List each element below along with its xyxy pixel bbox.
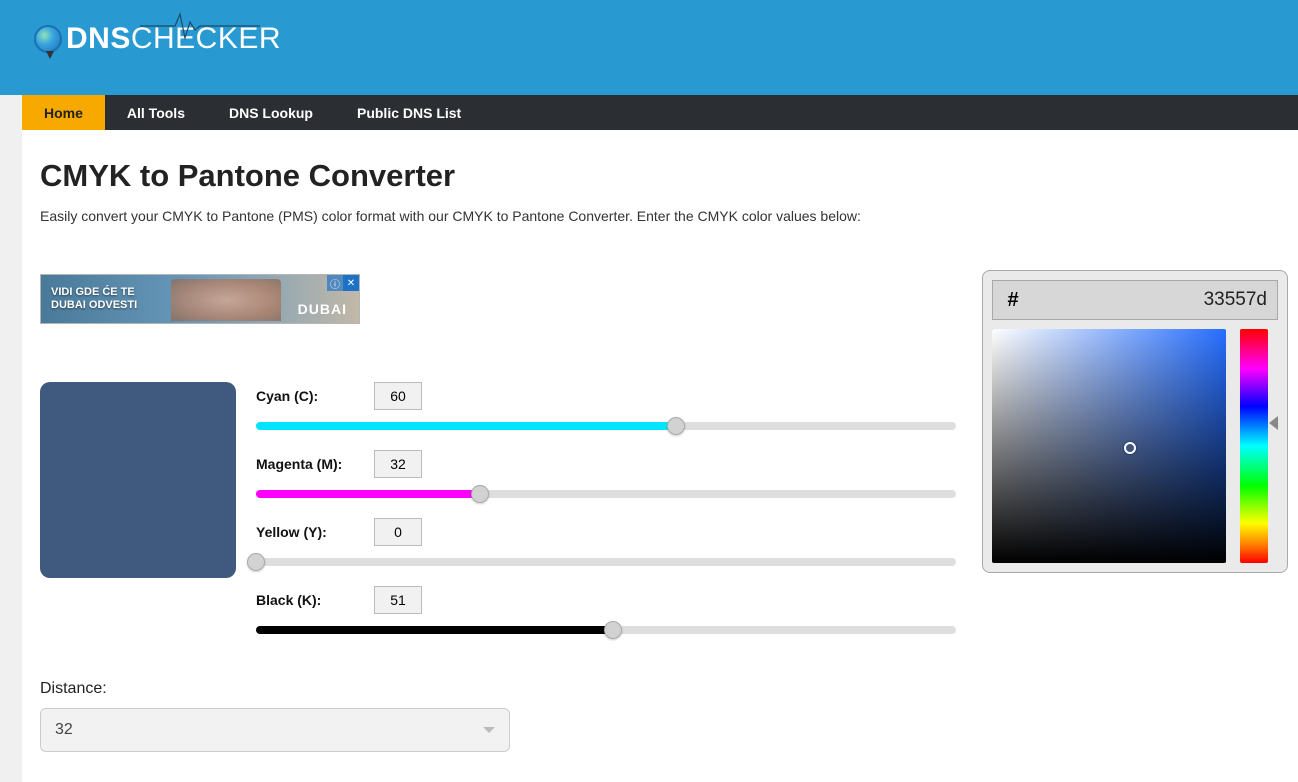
- magenta-slider-thumb[interactable]: [471, 485, 489, 503]
- swatch-column: [40, 382, 236, 654]
- ad-banner[interactable]: VIDI GDE ĆE TE DUBAI ODVESTI DUBAI ⓘ ✕: [40, 274, 360, 324]
- globe-icon: [34, 25, 62, 53]
- sv-cursor[interactable]: [1124, 442, 1136, 454]
- hue-slider[interactable]: [1240, 329, 1268, 563]
- black-label: Black (K):: [256, 592, 356, 608]
- page-content: CMYK to Pantone Converter Easily convert…: [22, 130, 1298, 782]
- logo-ecg-line: [140, 6, 260, 46]
- cyan-slider-thumb[interactable]: [667, 417, 685, 435]
- nav-home[interactable]: Home: [22, 95, 105, 130]
- cyan-slider-fill: [256, 422, 676, 430]
- slider-group-magenta: Magenta (M): 32: [256, 450, 956, 498]
- black-slider-fill: [256, 626, 613, 634]
- magenta-value-input[interactable]: 32: [374, 450, 422, 478]
- nav-public-dns-list[interactable]: Public DNS List: [335, 95, 483, 130]
- cyan-value-input[interactable]: 60: [374, 382, 422, 410]
- magenta-label: Magenta (M):: [256, 456, 356, 472]
- distance-label: Distance:: [40, 680, 1280, 698]
- slider-group-cyan: Cyan (C): 60: [256, 382, 956, 430]
- ad-info-icon[interactable]: ⓘ: [327, 275, 343, 291]
- chevron-down-icon: [483, 727, 495, 733]
- color-picker-panel: # 33557d: [982, 270, 1288, 573]
- hue-pointer-icon[interactable]: [1269, 416, 1278, 430]
- yellow-slider-thumb[interactable]: [247, 553, 265, 571]
- ad-image: [171, 279, 281, 321]
- picker-body: [992, 329, 1278, 563]
- sliders-column: Cyan (C): 60 Magenta (M): 32: [256, 382, 956, 654]
- hue-column: [1240, 329, 1268, 563]
- slider-group-yellow: Yellow (Y): 0: [256, 518, 956, 566]
- sv-black-overlay: [992, 329, 1226, 563]
- yellow-slider[interactable]: [256, 558, 956, 566]
- cyan-slider[interactable]: [256, 422, 956, 430]
- distance-selected-value: 32: [55, 721, 73, 739]
- header-band: DNSCHECKER: [0, 0, 1298, 95]
- ad-brand: DUBAI: [298, 301, 347, 317]
- cyan-label: Cyan (C):: [256, 388, 356, 404]
- yellow-label: Yellow (Y):: [256, 524, 356, 540]
- distance-select[interactable]: 32: [40, 708, 510, 752]
- logo-text-bold: DNS: [66, 22, 131, 55]
- ad-text: VIDI GDE ĆE TE DUBAI ODVESTI: [51, 286, 137, 312]
- ad-close-icon[interactable]: ✕: [343, 275, 359, 291]
- page-description: Easily convert your CMYK to Pantone (PMS…: [40, 208, 1280, 224]
- slider-group-black: Black (K): 51: [256, 586, 956, 634]
- hex-value-input[interactable]: 33557d: [1033, 281, 1277, 319]
- hex-input-row[interactable]: # 33557d: [992, 280, 1278, 320]
- ad-text-line2: DUBAI ODVESTI: [51, 299, 137, 312]
- black-slider-thumb[interactable]: [604, 621, 622, 639]
- black-value-input[interactable]: 51: [374, 586, 422, 614]
- distance-section: Distance: 32: [40, 680, 1280, 752]
- saturation-value-area[interactable]: [992, 329, 1226, 563]
- magenta-slider-fill: [256, 490, 480, 498]
- page-title: CMYK to Pantone Converter: [40, 158, 1280, 194]
- hex-hash-label: #: [993, 281, 1033, 319]
- ad-text-line1: VIDI GDE ĆE TE: [51, 286, 137, 299]
- main-nav: Home All Tools DNS Lookup Public DNS Lis…: [22, 95, 1298, 130]
- nav-all-tools[interactable]: All Tools: [105, 95, 207, 130]
- color-swatch-preview: [40, 382, 236, 578]
- yellow-value-input[interactable]: 0: [374, 518, 422, 546]
- black-slider[interactable]: [256, 626, 956, 634]
- magenta-slider[interactable]: [256, 490, 956, 498]
- nav-dns-lookup[interactable]: DNS Lookup: [207, 95, 335, 130]
